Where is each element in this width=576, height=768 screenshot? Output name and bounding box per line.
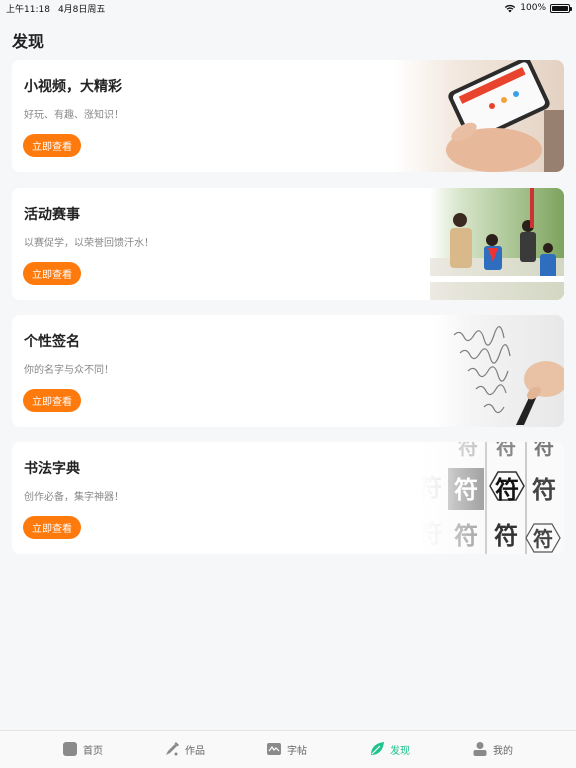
card-title: 书法字典 (24, 461, 80, 477)
view-now-button[interactable]: 立即查看 (23, 262, 81, 285)
card-signature[interactable]: 个性签名 你的名字与众不同！ 立即查看 (12, 315, 564, 427)
tab-copybook[interactable]: 字帖 (266, 731, 307, 767)
tab-label: 首页 (83, 745, 103, 757)
wifi-icon (505, 4, 516, 12)
tab-works[interactable]: 作品 (164, 731, 205, 767)
card-subtitle: 创作必备，集字神器！ (24, 492, 124, 503)
phone-in-hand-photo-icon (394, 60, 564, 172)
home-icon (63, 742, 77, 756)
card-short-video[interactable]: 小视频，大精彩 好玩、有趣、涨知识！ 立即查看 (12, 60, 564, 172)
view-now-button[interactable]: 立即查看 (23, 389, 81, 412)
handwriting-pen-photo-icon (434, 315, 564, 427)
status-bar: 上午11:18 4月8日周五 100% (0, 0, 576, 16)
view-now-button[interactable]: 立即查看 (23, 134, 81, 157)
card-title: 活动赛事 (24, 207, 80, 223)
card-dictionary[interactable]: 书法字典 创作必备，集字神器！ 立即查看 符 符 符 符 符 (12, 442, 564, 554)
tab-home[interactable]: 首页 (62, 731, 103, 767)
tab-discover[interactable]: 发现 (369, 731, 410, 767)
card-title: 个性签名 (24, 334, 80, 350)
brush-icon (166, 742, 179, 756)
card-subtitle: 你的名字与众不同！ (24, 365, 114, 376)
copybook-icon (267, 743, 281, 755)
card-competitions[interactable]: 活动赛事 以赛促学，以荣誉回馈汗水！ 立即查看 (12, 188, 564, 300)
tab-profile[interactable]: 我的 (472, 731, 513, 767)
card-subtitle: 以赛促学，以荣誉回馈汗水！ (24, 238, 154, 249)
status-time: 上午11:18 (6, 4, 50, 15)
page-title: 发现 (12, 32, 45, 51)
card-subtitle: 好玩、有趣、涨知识！ (24, 110, 124, 121)
leaf-icon (371, 742, 384, 755)
calligraphy-character-grid-icon: 符 符 符 符 符 符 符 符 符 符 符 (420, 442, 564, 554)
battery-percent: 100% (520, 3, 546, 13)
tab-bar: 首页 作品 字帖 发现 我的 (0, 730, 576, 768)
tab-label: 字帖 (287, 745, 307, 757)
tab-label: 发现 (390, 745, 410, 757)
battery-icon (550, 3, 572, 13)
card-title: 小视频，大精彩 (24, 79, 122, 95)
profile-icon (473, 742, 487, 756)
tab-label: 作品 (185, 745, 205, 757)
tab-label: 我的 (493, 745, 513, 757)
status-date: 4月8日周五 (57, 4, 106, 15)
outdoor-calligraphy-event-photo-icon (430, 188, 564, 300)
view-now-button[interactable]: 立即查看 (23, 516, 81, 539)
